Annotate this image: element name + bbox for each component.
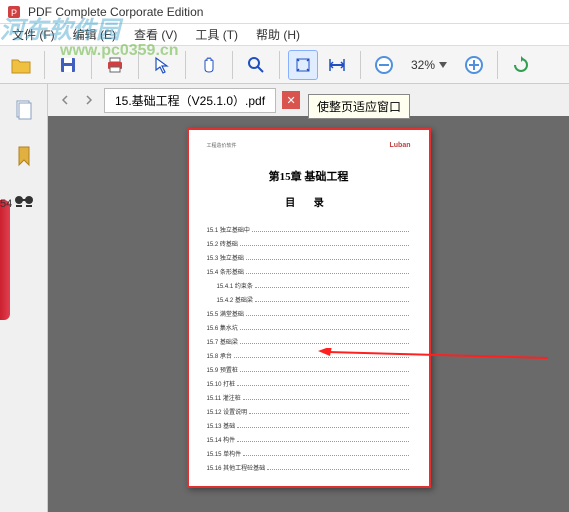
hand-tool-button[interactable] xyxy=(194,50,224,80)
fit-width-button[interactable] xyxy=(322,50,352,80)
app-icon: P xyxy=(6,4,22,20)
tab-close-button[interactable]: ✕ xyxy=(282,91,300,109)
toc-item: 15.6 集水坑 xyxy=(207,323,411,332)
toc-item: 15.16 其他工程砼基础 xyxy=(207,463,411,472)
tab-filename: 15.基础工程（V25.1.0）.pdf xyxy=(115,92,265,109)
left-edge-decoration xyxy=(0,200,10,320)
zoom-tool-button[interactable] xyxy=(241,50,271,80)
toc-list: 15.1 独立基础中 15.2 砖基础 15.3 独立基础 15.4 条形基础 15.4… xyxy=(207,225,411,472)
toc-item: 15.12 设置说明 xyxy=(207,407,411,416)
zoom-text: 32% xyxy=(411,58,435,72)
menu-view[interactable]: 查看 (V) xyxy=(126,24,185,45)
menu-help[interactable]: 帮助 (H) xyxy=(248,24,308,45)
page-header-left: 工程造价软件 xyxy=(207,142,237,149)
svg-text:P: P xyxy=(11,8,17,18)
titlebar: P PDF Complete Corporate Edition xyxy=(0,0,569,24)
zoom-value[interactable]: 32% xyxy=(403,58,455,72)
open-button[interactable] xyxy=(6,50,36,80)
toc-item: 15.1 独立基础中 xyxy=(207,225,411,234)
zoom-in-button[interactable] xyxy=(459,50,489,80)
print-button[interactable] xyxy=(100,50,130,80)
main-area: 15.基础工程（V25.1.0）.pdf ✕ 工程造价软件 Luban 第15章… xyxy=(48,84,569,512)
rotate-button[interactable] xyxy=(506,50,536,80)
save-button[interactable] xyxy=(53,50,83,80)
document-tab[interactable]: 15.基础工程（V25.1.0）.pdf xyxy=(104,88,276,113)
separator xyxy=(185,51,186,79)
page-subtitle: 目 录 xyxy=(207,194,411,209)
page-header-right: Luban xyxy=(390,142,411,149)
toc-item: 15.9 预置桩 xyxy=(207,365,411,374)
page-title: 第15章 基础工程 xyxy=(207,168,411,184)
titlebar-text: PDF Complete Corporate Edition xyxy=(28,5,203,19)
toc-item: 15.3 独立基础 xyxy=(207,253,411,262)
chevron-down-icon xyxy=(439,62,447,68)
toc-item: 15.13 基础 xyxy=(207,421,411,430)
toc-item: 15.15 单构件 xyxy=(207,449,411,458)
separator xyxy=(497,51,498,79)
menubar: 文件 (F) 编辑 (E) 查看 (V) 工具 (T) 帮助 (H) xyxy=(0,24,569,46)
sidebar-bookmarks-button[interactable] xyxy=(10,142,38,170)
toc-item: 15.14 构件 xyxy=(207,435,411,444)
menu-edit[interactable]: 编辑 (E) xyxy=(65,24,124,45)
toc-item: 15.11 灌注桩 xyxy=(207,393,411,402)
separator xyxy=(232,51,233,79)
pdf-page: 工程造价软件 Luban 第15章 基础工程 目 录 15.1 独立基础中15.… xyxy=(187,128,431,488)
tab-next-button[interactable] xyxy=(80,91,98,109)
toc-item: 15.10 打桩 xyxy=(207,379,411,388)
content-area: 15.基础工程（V25.1.0）.pdf ✕ 工程造价软件 Luban 第15章… xyxy=(0,84,569,512)
toc-item: 15.4.1 约束条 xyxy=(207,281,411,290)
sidebar-pages-button[interactable] xyxy=(10,96,38,124)
separator xyxy=(91,51,92,79)
separator xyxy=(138,51,139,79)
page-viewport[interactable]: 工程造价软件 Luban 第15章 基础工程 目 录 15.1 独立基础中15.… xyxy=(48,116,569,512)
left-number: 54 xyxy=(0,198,12,210)
separator xyxy=(360,51,361,79)
toc-item: 15.7 基础梁 xyxy=(207,337,411,346)
toolbar: 32% xyxy=(0,46,569,84)
toc-item: 15.2 砖基础 xyxy=(207,239,411,248)
tab-prev-button[interactable] xyxy=(56,91,74,109)
sidebar-search-button[interactable] xyxy=(10,188,38,216)
menu-tools[interactable]: 工具 (T) xyxy=(187,24,246,45)
tooltip: 使整页适应窗口 xyxy=(308,94,410,119)
separator xyxy=(44,51,45,79)
toc-item: 15.8 承台 xyxy=(207,351,411,360)
separator xyxy=(279,51,280,79)
toc-item: 15.4.2 基础梁 xyxy=(207,295,411,304)
toc-item: 15.5 满堂基础 xyxy=(207,309,411,318)
zoom-out-button[interactable] xyxy=(369,50,399,80)
menu-file[interactable]: 文件 (F) xyxy=(4,24,63,45)
select-tool-button[interactable] xyxy=(147,50,177,80)
toc-item: 15.4 条形基础 xyxy=(207,267,411,276)
fit-page-button[interactable] xyxy=(288,50,318,80)
